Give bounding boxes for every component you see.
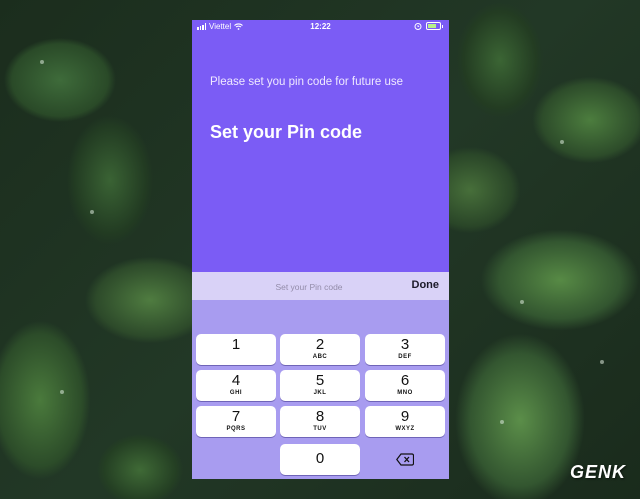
key-letters: TUV (313, 426, 327, 432)
key-digit: 7 (231, 408, 241, 425)
key-3[interactable]: 3 DEF (365, 334, 445, 365)
delete-key[interactable] (365, 444, 445, 475)
battery-icon (426, 22, 441, 30)
key-7[interactable]: 7 PQRS (196, 406, 276, 437)
key-8[interactable]: 8 TUV (280, 406, 360, 437)
water-drop (40, 60, 44, 64)
key-letters: JKL (313, 390, 327, 396)
key-digit: 9 (400, 408, 410, 425)
genk-watermark-logo: GENK (569, 462, 626, 482)
status-time: 12:22 (310, 22, 331, 31)
key-digit: 0 (315, 450, 325, 467)
key-9[interactable]: 9 WXYZ (365, 406, 445, 437)
backspace-icon (396, 453, 414, 466)
key-digit: 6 (400, 372, 410, 389)
key-letters: DEF (398, 354, 412, 360)
key-digit: 5 (315, 372, 325, 389)
key-digit: 8 (315, 408, 325, 425)
key-2[interactable]: 2 ABC (280, 334, 360, 365)
water-drop (600, 360, 604, 364)
numeric-keypad: 1 2 ABC 3 DEF 4 GHI 5 JKL 6 MNO 7 PQRS 8 (192, 300, 449, 479)
water-drop (560, 140, 564, 144)
key-letters: MNO (397, 390, 413, 396)
key-4[interactable]: 4 GHI (196, 370, 276, 401)
water-drop (90, 210, 94, 214)
key-letters: WXYZ (395, 426, 415, 432)
key-letters: GHI (229, 390, 243, 396)
key-digit: 4 (231, 372, 241, 389)
status-bar: Viettel 12:22 (192, 20, 449, 34)
key-digit: 2 (315, 336, 325, 353)
water-drop (500, 420, 504, 424)
water-drop (520, 300, 524, 304)
water-drop (60, 390, 64, 394)
key-digit: 1 (231, 336, 241, 353)
screen-title: Set your Pin code (210, 122, 363, 142)
key-letters: PQRS (226, 426, 246, 432)
battery-tip (442, 24, 443, 28)
key-0[interactable]: 0 (280, 444, 360, 475)
key-letters: ABC (312, 354, 328, 360)
key-1[interactable]: 1 (196, 334, 276, 365)
status-right (414, 22, 443, 30)
pin-input-bar: Done (192, 272, 449, 300)
key-5[interactable]: 5 JKL (280, 370, 360, 401)
done-button[interactable]: Done (412, 279, 440, 291)
alarm-icon (414, 23, 422, 30)
pin-input[interactable] (232, 277, 386, 297)
key-6[interactable]: 6 MNO (365, 370, 445, 401)
screen-subtitle: Please set you pin code for future use (210, 76, 404, 88)
key-digit: 3 (400, 336, 410, 353)
phone-screen: Viettel 12:22 Please set you pin code fo… (192, 20, 449, 479)
